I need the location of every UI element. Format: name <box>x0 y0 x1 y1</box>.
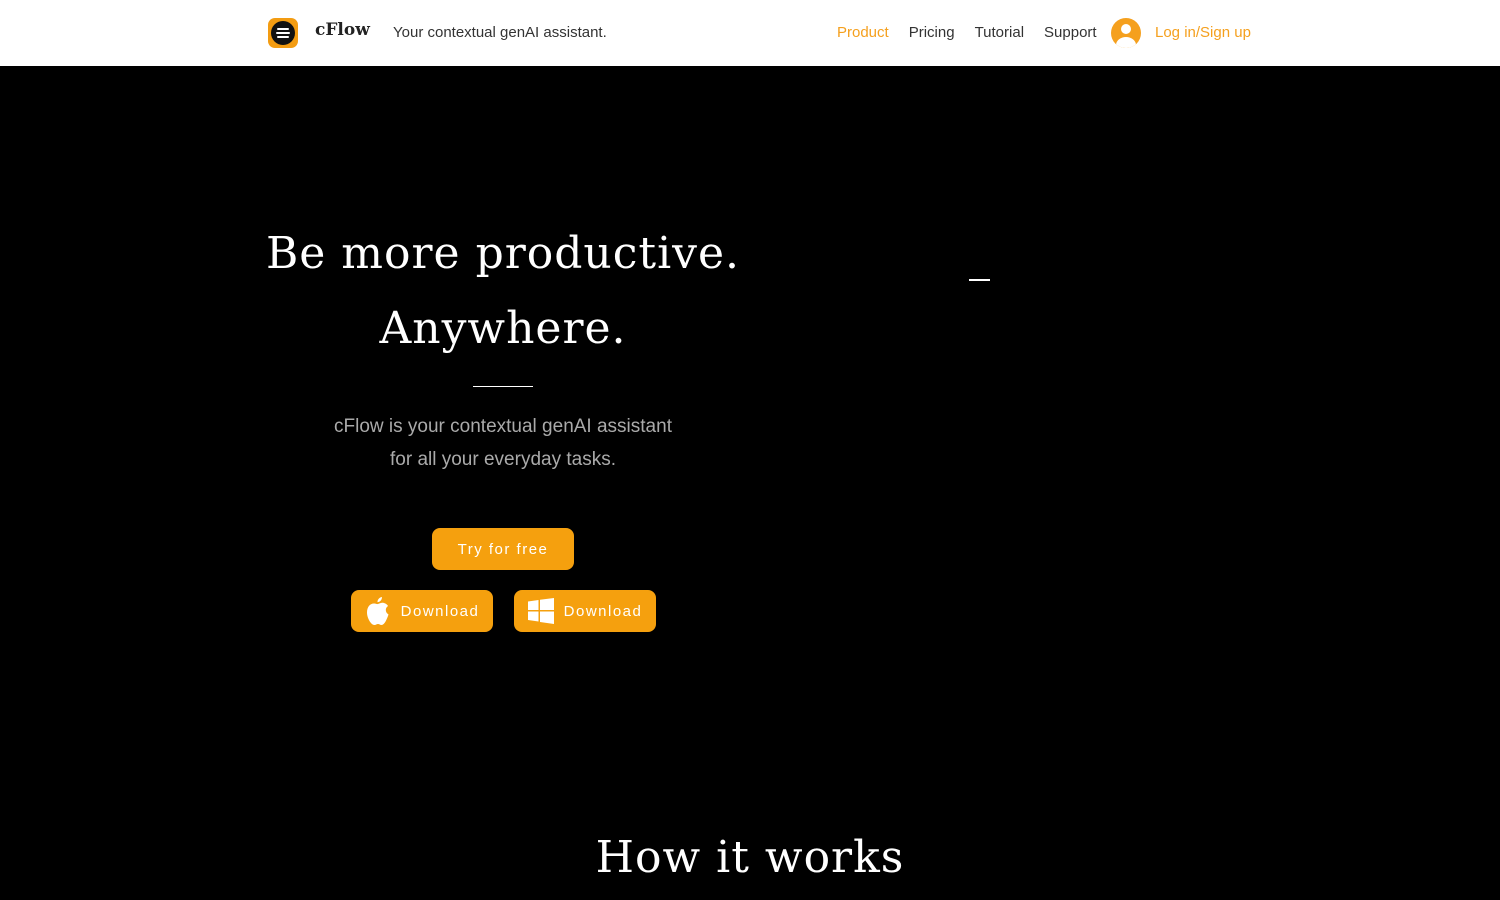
try-for-free-label: Try for free <box>457 540 549 558</box>
hero-title-line1: Be more productive. <box>265 228 741 279</box>
nav-tutorial[interactable]: Tutorial <box>975 24 1024 41</box>
nav-product[interactable]: Product <box>837 24 889 41</box>
mac-download-button[interactable]: Download <box>351 590 493 632</box>
main-nav: Product Pricing Tutorial Support <box>837 24 1117 41</box>
user-avatar-icon[interactable] <box>1111 18 1141 48</box>
how-it-works-heading: How it works <box>595 832 905 883</box>
header-tagline: Your contextual genAI assistant. <box>393 24 607 41</box>
hero-subtitle-line2: for all your everyday tasks. <box>390 449 616 470</box>
hero-divider <box>473 386 533 387</box>
windows-download-label: Download <box>563 602 643 620</box>
windows-icon <box>527 598 554 624</box>
site-header: cFlow Your contextual genAI assistant. P… <box>0 0 1500 66</box>
brand-name[interactable]: cFlow <box>315 20 370 40</box>
media-placeholder-dash <box>969 279 990 281</box>
windows-download-button[interactable]: Download <box>514 590 656 632</box>
try-for-free-button[interactable]: Try for free <box>432 528 574 570</box>
hero-subtitle: cFlow is your contextual genAI assistant… <box>253 410 753 476</box>
nav-pricing[interactable]: Pricing <box>909 24 955 41</box>
nav-support[interactable]: Support <box>1044 24 1097 41</box>
hero-title-line2: Anywhere. <box>379 303 627 354</box>
cflow-logo-icon[interactable] <box>268 18 298 48</box>
login-signup-link[interactable]: Log in/Sign up <box>1155 24 1251 41</box>
apple-icon <box>366 597 389 625</box>
hero-subtitle-line1: cFlow is your contextual genAI assistant <box>334 416 672 437</box>
mac-download-label: Download <box>400 602 480 620</box>
